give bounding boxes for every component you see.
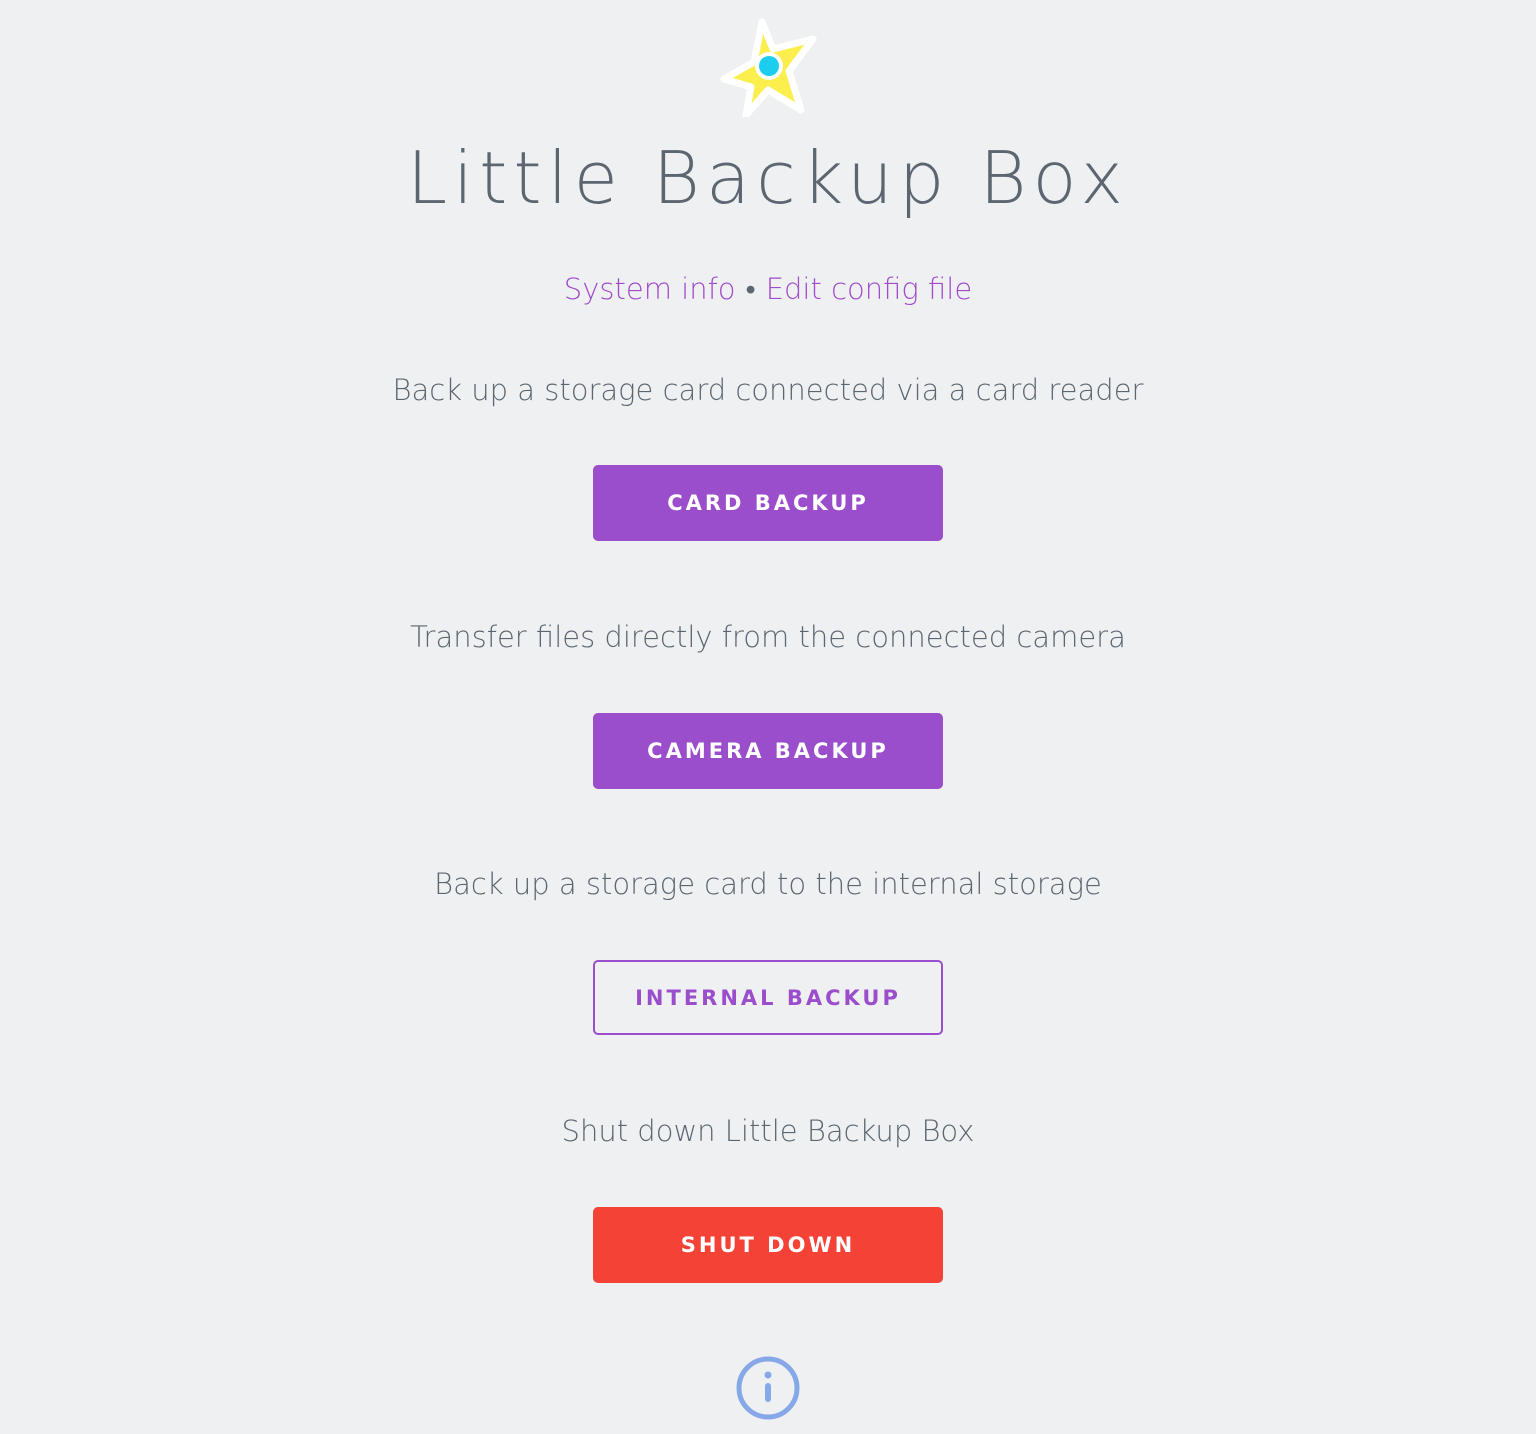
info-icon[interactable]	[735, 1355, 801, 1421]
edit-config-link[interactable]: Edit config file	[766, 272, 973, 306]
top-links: System info • Edit config file	[0, 268, 1536, 310]
shut-down-button[interactable]: SHUT DOWN	[593, 1207, 943, 1283]
shutdown-description: Shut down Little Backup Box	[561, 1114, 975, 1148]
internal-backup-description: Back up a storage card to the internal s…	[434, 867, 1102, 901]
page-title: Little Backup Box	[407, 136, 1129, 220]
card-backup-description: Back up a storage card connected via a c…	[392, 373, 1144, 407]
card-backup-button[interactable]: CARD BACKUP	[593, 465, 943, 541]
star-logo-icon	[720, 18, 817, 117]
link-separator: •	[745, 272, 756, 306]
camera-backup-button[interactable]: CAMERA BACKUP	[593, 713, 943, 789]
internal-backup-button[interactable]: INTERNAL BACKUP	[593, 960, 943, 1035]
system-info-link[interactable]: System info	[564, 272, 736, 306]
camera-backup-description: Transfer files directly from the connect…	[410, 620, 1126, 654]
